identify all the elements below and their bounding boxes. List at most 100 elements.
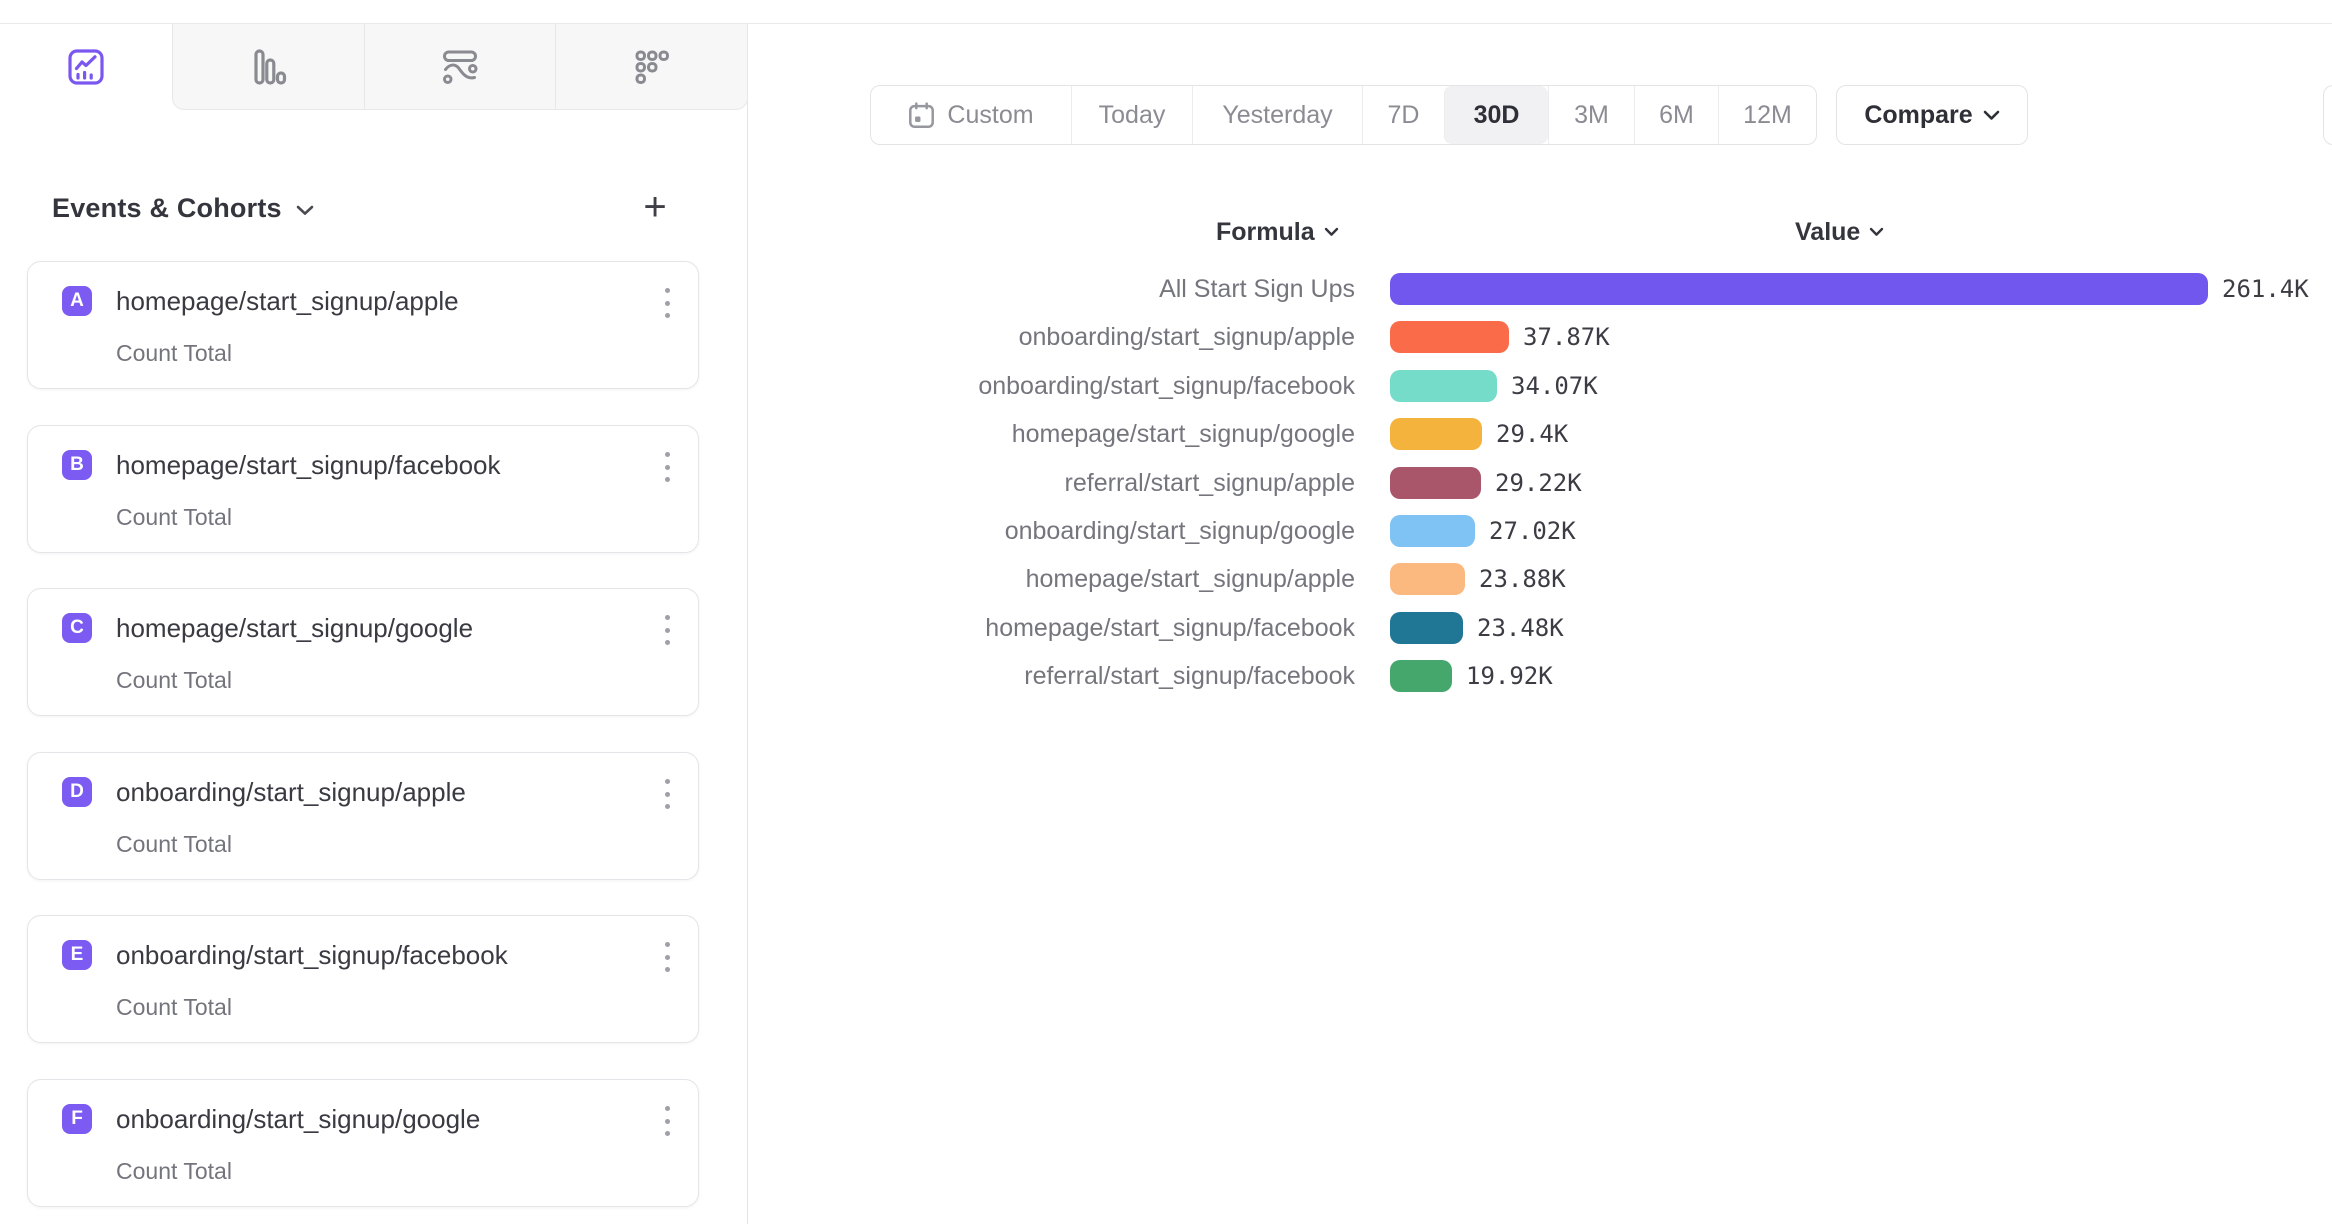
event-name: onboarding/start_signup/google <box>116 1104 480 1134</box>
formula-label: referral/start_signup/apple <box>700 467 1355 499</box>
date-range-today[interactable]: Today <box>1071 86 1192 144</box>
event-card[interactable]: C homepage/start_signup/google Count Tot… <box>27 588 699 716</box>
event-card[interactable]: F onboarding/start_signup/google Count T… <box>27 1079 699 1207</box>
value-column-header[interactable]: Value <box>1795 216 1884 248</box>
chevron-down-icon <box>1869 227 1884 237</box>
date-range-label: Custom <box>947 101 1033 130</box>
date-range-label: 7D <box>1388 101 1420 130</box>
tab-retention[interactable] <box>555 24 747 109</box>
value-bar[interactable] <box>1390 660 1452 692</box>
date-range-custom[interactable]: Custom <box>871 86 1071 144</box>
report-type-tabs <box>0 24 748 110</box>
date-range-yesterday[interactable]: Yesterday <box>1192 86 1362 144</box>
value-label: 29.22K <box>1495 467 1582 499</box>
value-bar[interactable] <box>1390 612 1463 644</box>
tab-insights[interactable] <box>0 24 172 110</box>
date-range-label: 30D <box>1474 101 1520 130</box>
events-cohorts-header[interactable]: Events & Cohorts <box>52 188 702 228</box>
flows-icon <box>441 48 479 86</box>
sidebar: Events & Cohorts + A homepage/start_sign… <box>0 24 748 1224</box>
event-name: onboarding/start_signup/apple <box>116 777 466 807</box>
formula-label: homepage/start_signup/apple <box>700 563 1355 595</box>
value-bar[interactable] <box>1390 418 1482 450</box>
event-metric[interactable]: Count Total <box>116 667 232 693</box>
formula-label: All Start Sign Ups <box>700 273 1355 305</box>
formula-header-label: Formula <box>1216 218 1315 247</box>
date-range-3m[interactable]: 3M <box>1548 86 1634 144</box>
value-label: 27.02K <box>1489 515 1576 547</box>
date-range-selector: Custom Today Yesterday 7D 30D 3M 6M 12M <box>870 85 1817 145</box>
event-letter-badge: E <box>62 940 92 970</box>
formula-column-header[interactable]: Formula <box>1216 216 1339 248</box>
date-range-label: Today <box>1099 101 1166 130</box>
add-event-button[interactable]: + <box>632 184 678 230</box>
event-name: homepage/start_signup/facebook <box>116 450 501 480</box>
event-metric[interactable]: Count Total <box>116 994 232 1020</box>
value-label: 37.87K <box>1523 321 1610 353</box>
event-card[interactable]: B homepage/start_signup/facebook Count T… <box>27 425 699 553</box>
formula-label: onboarding/start_signup/apple <box>700 321 1355 353</box>
value-label: 261.4K <box>2222 273 2309 305</box>
kebab-menu-icon[interactable] <box>662 452 672 482</box>
formula-label: homepage/start_signup/google <box>700 418 1355 450</box>
date-range-label: 12M <box>1743 101 1792 130</box>
value-label: 23.48K <box>1477 612 1564 644</box>
kebab-menu-icon[interactable] <box>662 779 672 809</box>
date-range-label: 3M <box>1574 101 1609 130</box>
event-metric[interactable]: Count Total <box>116 1158 232 1184</box>
value-bar[interactable] <box>1390 370 1497 402</box>
event-letter-badge: F <box>62 1104 92 1134</box>
date-range-7d[interactable]: 7D <box>1362 86 1444 144</box>
retention-grid-icon <box>633 48 671 86</box>
kebab-menu-icon[interactable] <box>662 1106 672 1136</box>
event-letter-badge: C <box>62 613 92 643</box>
insights-line-chart-icon <box>67 48 105 86</box>
event-metric[interactable]: Count Total <box>116 831 232 857</box>
event-letter-badge: A <box>62 286 92 316</box>
events-cohorts-title: Events & Cohorts <box>52 193 282 224</box>
event-name: homepage/start_signup/google <box>116 613 473 643</box>
value-header-label: Value <box>1795 218 1860 247</box>
event-letter-badge: B <box>62 450 92 480</box>
value-bar[interactable] <box>1390 273 2208 305</box>
value-label: 23.88K <box>1479 563 1566 595</box>
kebab-menu-icon[interactable] <box>662 288 672 318</box>
event-card[interactable]: A homepage/start_signup/apple Count Tota… <box>27 261 699 389</box>
kebab-menu-icon[interactable] <box>662 615 672 645</box>
value-label: 29.4K <box>1496 418 1568 450</box>
date-range-30d[interactable]: 30D <box>1444 86 1548 144</box>
date-range-6m[interactable]: 6M <box>1634 86 1718 144</box>
date-range-label: Yesterday <box>1222 101 1332 130</box>
compare-label: Compare <box>1864 101 1972 130</box>
value-label: 34.07K <box>1511 370 1598 402</box>
event-card[interactable]: E onboarding/start_signup/facebook Count… <box>27 915 699 1043</box>
value-bar[interactable] <box>1390 563 1465 595</box>
formula-label: onboarding/start_signup/google <box>700 515 1355 547</box>
bar-chart-icon <box>249 48 287 86</box>
value-bar[interactable] <box>1390 321 1509 353</box>
value-label: 19.92K <box>1466 660 1553 692</box>
chevron-down-icon <box>296 205 314 216</box>
date-range-label: 6M <box>1659 101 1694 130</box>
event-metric[interactable]: Count Total <box>116 504 232 530</box>
chevron-down-icon <box>1983 110 2000 121</box>
value-bar[interactable] <box>1390 515 1475 547</box>
event-name: homepage/start_signup/apple <box>116 286 459 316</box>
event-letter-badge: D <box>62 777 92 807</box>
inactive-tabs-strip <box>172 24 748 110</box>
value-bar[interactable] <box>1390 467 1481 499</box>
compare-button[interactable]: Compare <box>1836 85 2028 145</box>
tab-flows[interactable] <box>364 24 556 109</box>
tab-funnels[interactable] <box>173 24 364 109</box>
clipped-edge-button[interactable] <box>2323 85 2332 145</box>
formula-label: referral/start_signup/facebook <box>700 660 1355 692</box>
event-name: onboarding/start_signup/facebook <box>116 940 508 970</box>
calendar-icon <box>908 102 935 129</box>
formula-label: homepage/start_signup/facebook <box>700 612 1355 644</box>
event-metric[interactable]: Count Total <box>116 340 232 366</box>
event-card[interactable]: D onboarding/start_signup/apple Count To… <box>27 752 699 880</box>
date-range-12m[interactable]: 12M <box>1718 86 1816 144</box>
kebab-menu-icon[interactable] <box>662 942 672 972</box>
top-bar <box>0 0 2332 24</box>
chevron-down-icon <box>1324 227 1339 237</box>
